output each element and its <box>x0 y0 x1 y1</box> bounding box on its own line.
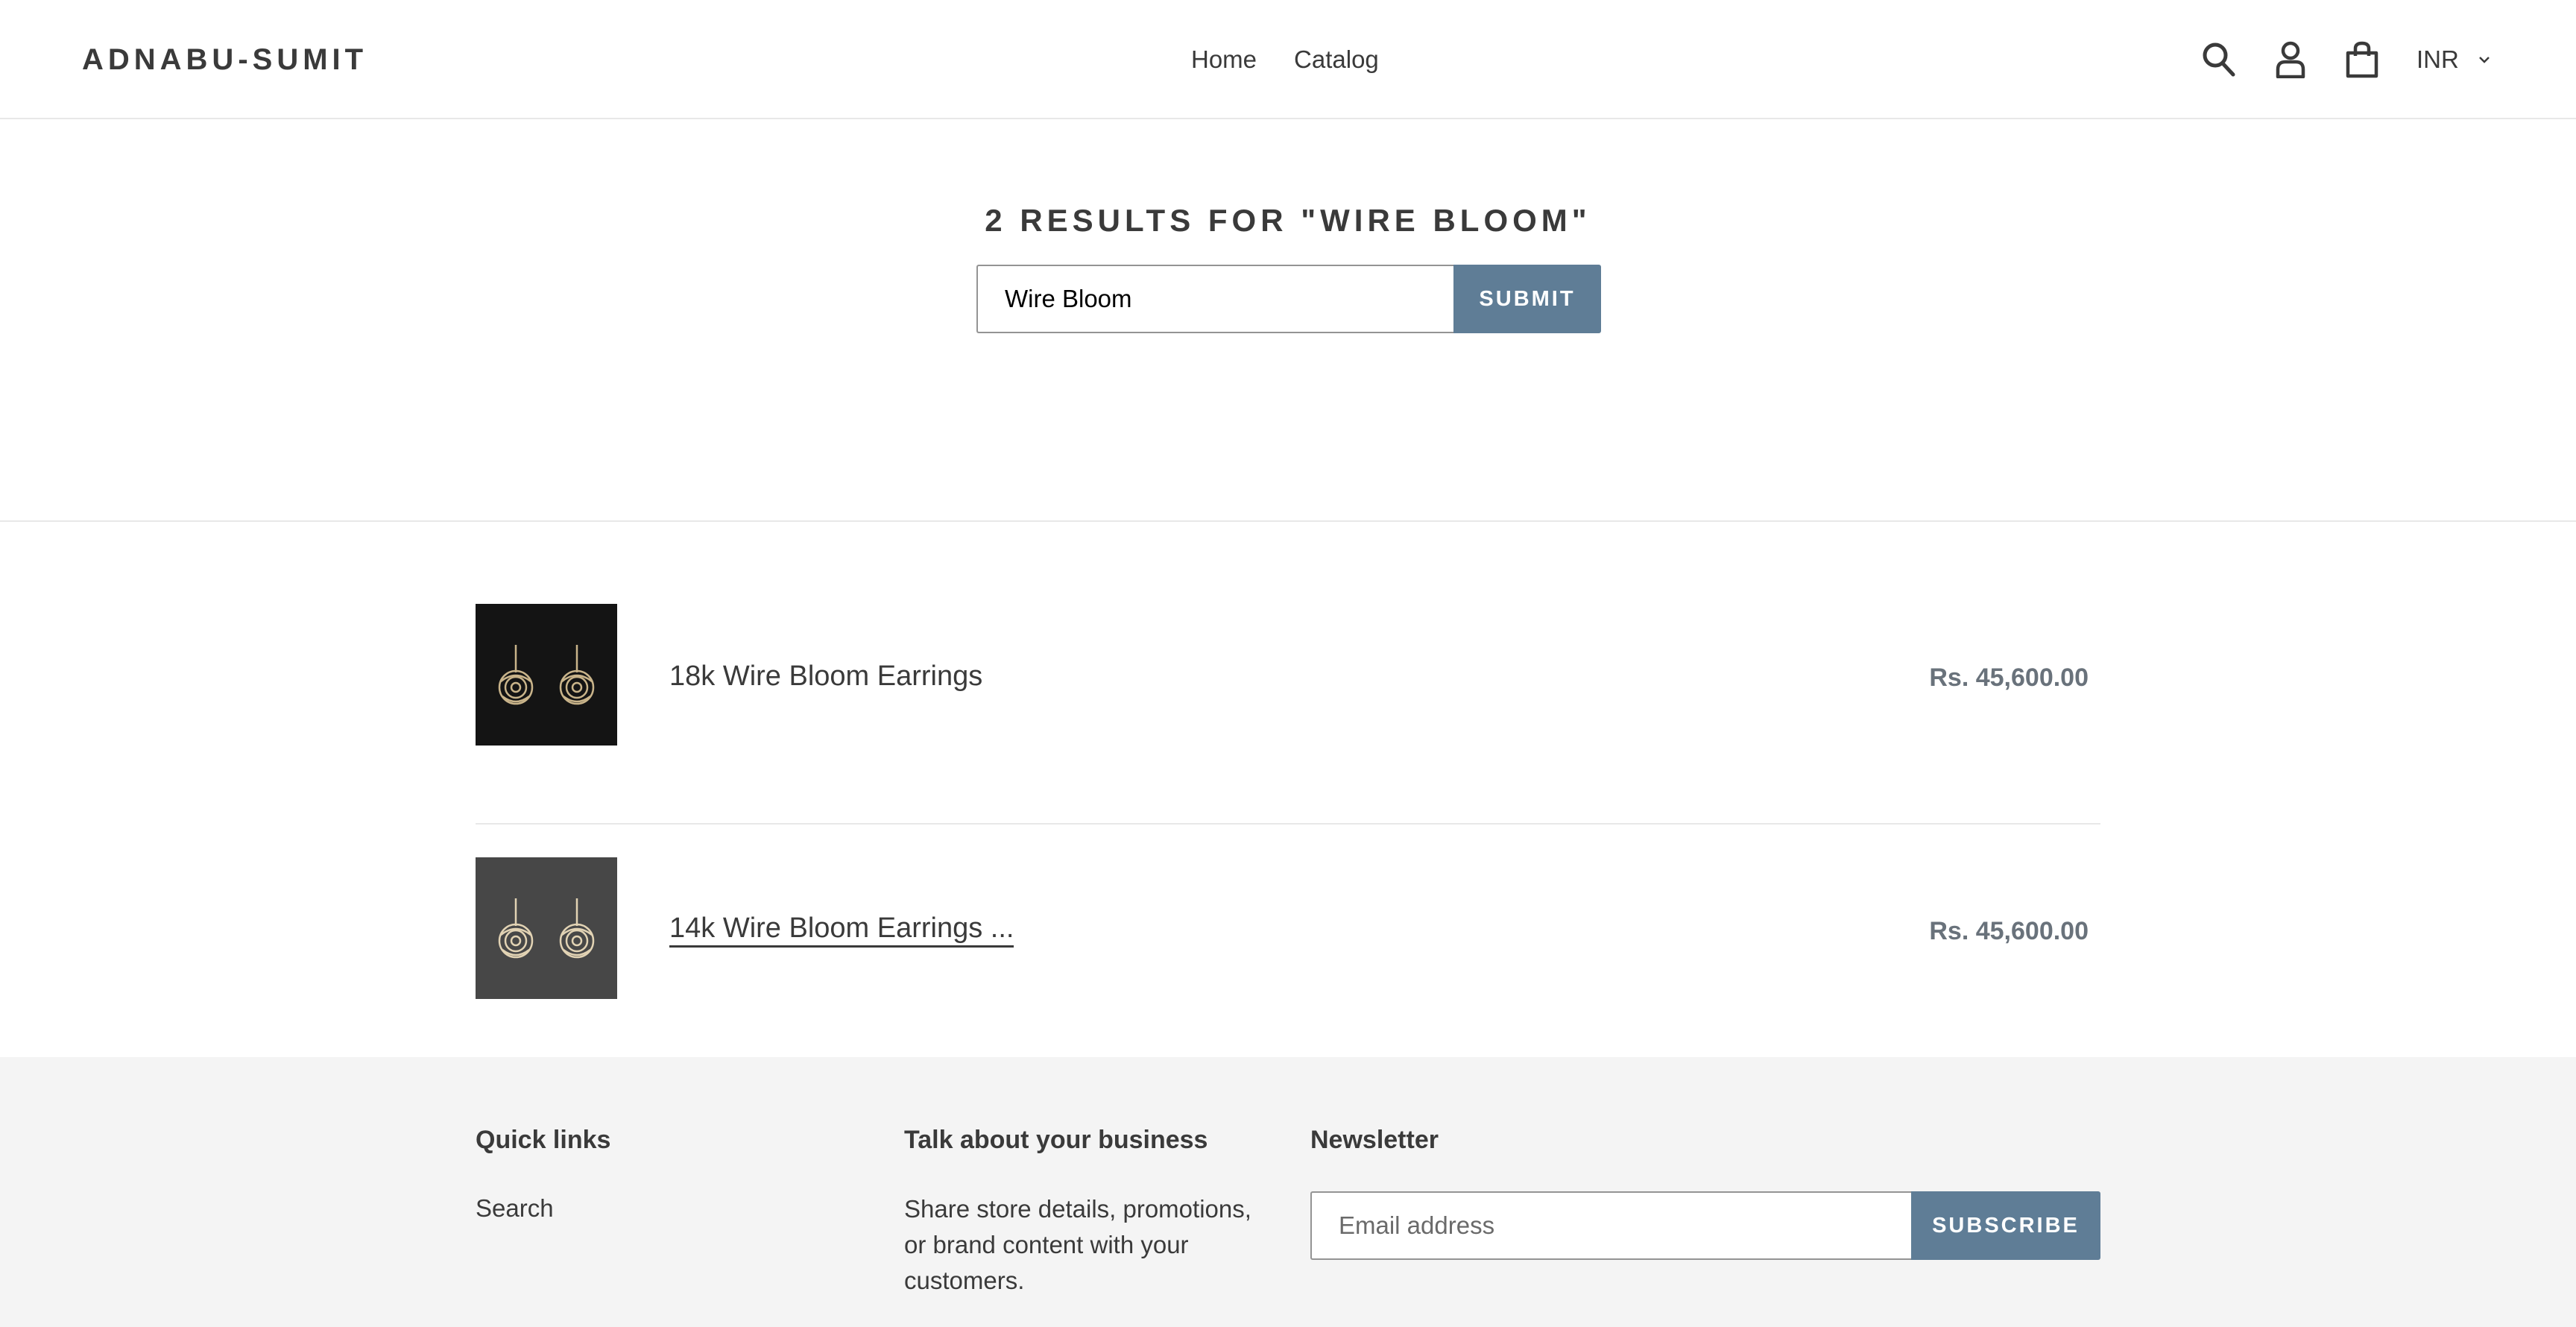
footer-link-search[interactable]: Search <box>476 1191 610 1226</box>
site-header: ADNABU-SUMIT Home Catalog INR <box>0 0 2576 119</box>
footer-business-text: Share store details, promotions, or bran… <box>904 1195 1251 1294</box>
search-icon[interactable] <box>2197 37 2241 82</box>
section-divider <box>0 520 2576 522</box>
results-title: 2 results for "Wire Bloom" <box>985 203 1591 238</box>
earrings-image <box>498 645 595 705</box>
nav-catalog[interactable]: Catalog <box>1294 39 1379 81</box>
product-name[interactable]: 18k Wire Bloom Earrings <box>669 658 982 695</box>
search-input[interactable] <box>976 265 1453 333</box>
product-price: Rs. 45,600.00 <box>1929 917 2089 945</box>
store-logo[interactable]: ADNABU-SUMIT <box>82 39 367 81</box>
product-name[interactable]: 14k Wire Bloom Earrings ... <box>669 911 1014 948</box>
subscribe-button[interactable]: Subscribe <box>1911 1191 2100 1260</box>
currency-label: INR <box>2416 45 2459 73</box>
currency-selector[interactable]: INR <box>2416 45 2490 74</box>
footer-newsletter: Newsletter Subscribe <box>1310 1123 2100 1260</box>
footer-quick-links: Quick links Search <box>476 1123 610 1226</box>
result-item[interactable]: 18k Wire Bloom Earrings Rs. 45,600.00 <box>476 604 2100 823</box>
submit-button[interactable]: Submit <box>1453 265 1601 333</box>
main-nav: Home Catalog <box>1191 39 1379 81</box>
site-footer: Quick links Search Talk about your busin… <box>0 1057 2576 1327</box>
newsletter-form: Subscribe <box>1310 1191 2100 1260</box>
account-icon[interactable] <box>2269 37 2312 82</box>
product-thumbnail[interactable] <box>476 604 617 746</box>
earrings-image <box>498 898 595 959</box>
cart-icon[interactable] <box>2340 37 2384 82</box>
header-icons: INR <box>2197 37 2490 82</box>
chevron-down-icon <box>2478 57 2490 63</box>
search-results: 18k Wire Bloom Earrings Rs. 45,600.00 14… <box>476 604 2100 1042</box>
email-field[interactable] <box>1310 1191 1911 1260</box>
result-item[interactable]: 14k Wire Bloom Earrings ... Rs. 45,600.0… <box>476 823 2100 1042</box>
footer-heading: Talk about your business <box>904 1126 1208 1154</box>
product-thumbnail[interactable] <box>476 857 617 999</box>
footer-heading: Quick links <box>476 1126 611 1154</box>
footer-business: Talk about your business Share store det… <box>904 1123 1262 1299</box>
search-form: Submit <box>976 265 1601 333</box>
footer-heading: Newsletter <box>1310 1126 1439 1154</box>
product-price: Rs. 45,600.00 <box>1929 664 2089 692</box>
nav-home[interactable]: Home <box>1191 39 1257 81</box>
